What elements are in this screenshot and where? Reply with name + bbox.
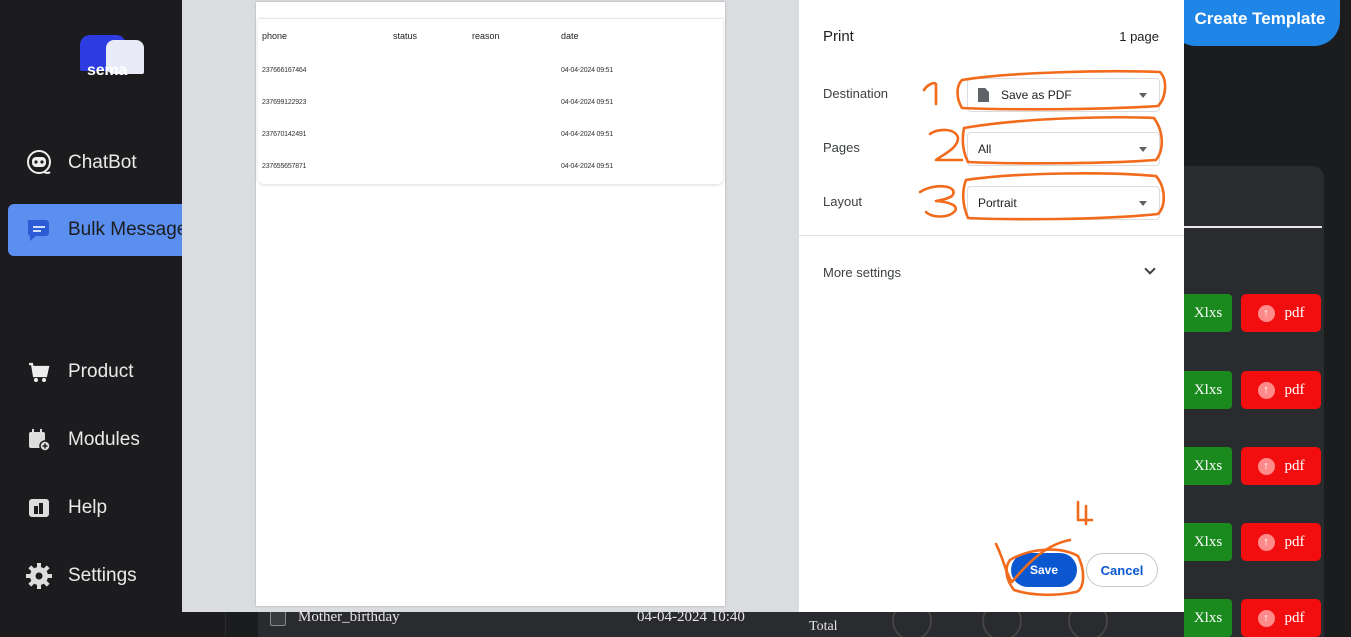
more-settings-toggle[interactable]: More settings bbox=[823, 265, 901, 280]
sidebar-item-label: Product bbox=[68, 361, 134, 382]
export-pdf-label: pdf bbox=[1284, 533, 1305, 550]
print-preview-page: phone status reason date 237666167464 04… bbox=[256, 2, 725, 606]
export-xlsx-label: Xlxs bbox=[1193, 533, 1223, 550]
preview-cell-phone: 237699122923 bbox=[262, 99, 307, 106]
chevron-down-icon bbox=[1139, 201, 1147, 206]
export-xlsx-label: Xlxs bbox=[1193, 609, 1223, 626]
print-title: Print bbox=[823, 28, 854, 45]
save-button[interactable]: Save bbox=[1011, 553, 1077, 587]
sidebar-item-label: Modules bbox=[68, 429, 140, 450]
row-checkbox[interactable] bbox=[270, 610, 286, 626]
pages-label: Pages bbox=[823, 140, 860, 155]
export-pdf-button[interactable]: ↑ pdf bbox=[1241, 294, 1321, 332]
preview-cell-date: 04-04-2024 09:51 bbox=[561, 67, 614, 74]
export-xlsx-button[interactable]: Xlxs bbox=[1184, 523, 1232, 561]
export-pdf-button[interactable]: ↑ pdf bbox=[1241, 371, 1321, 409]
preview-cell-phone: 237666167464 bbox=[262, 67, 307, 74]
robot-icon bbox=[24, 148, 54, 178]
preview-col-reason: reason bbox=[472, 31, 500, 41]
export-xlsx-button[interactable]: Xlxs bbox=[1184, 294, 1232, 332]
export-xlsx-button[interactable]: Xlxs bbox=[1184, 371, 1232, 409]
document-icon bbox=[978, 88, 989, 102]
export-pdf-button[interactable]: ↑ pdf bbox=[1241, 447, 1321, 485]
sidebar-item-label: Settings bbox=[68, 565, 137, 586]
preview-cell-phone: 237655657871 bbox=[262, 163, 307, 170]
export-xlsx-label: Xlxs bbox=[1193, 381, 1223, 398]
destination-label: Destination bbox=[823, 86, 889, 101]
upload-icon: ↑ bbox=[1257, 609, 1275, 627]
gear-icon bbox=[24, 561, 54, 591]
total-label: Total bbox=[809, 619, 838, 634]
layout-label: Layout bbox=[823, 194, 863, 209]
cancel-button[interactable]: Cancel bbox=[1086, 553, 1158, 587]
preview-cell-date: 04-04-2024 09:51 bbox=[561, 99, 614, 106]
upload-icon: ↑ bbox=[1257, 457, 1275, 475]
sema-logo[interactable]: sema bbox=[80, 35, 146, 79]
chevron-down-icon[interactable] bbox=[1144, 263, 1156, 275]
upload-icon: ↑ bbox=[1257, 381, 1275, 399]
sidebar-item-label: ChatBot bbox=[68, 152, 137, 173]
destination-value: Save as PDF bbox=[1001, 88, 1072, 102]
export-xlsx-label: Xlxs bbox=[1193, 304, 1223, 321]
destination-select[interactable]: Save as PDF bbox=[967, 78, 1160, 112]
chevron-down-icon bbox=[1139, 93, 1147, 98]
layout-value: Portrait bbox=[978, 196, 1017, 210]
create-template-button[interactable]: Create Template bbox=[1170, 0, 1340, 46]
export-pdf-label: pdf bbox=[1284, 609, 1305, 626]
cancel-label: Cancel bbox=[1100, 562, 1144, 578]
pages-select[interactable]: All bbox=[967, 132, 1160, 166]
sidebar-item-label: Bulk Messages bbox=[68, 219, 197, 240]
page-count: 1 page bbox=[1119, 29, 1159, 44]
print-settings-panel: Print 1 page Destination Save as PDF Pag… bbox=[799, 0, 1184, 612]
export-xlsx-button[interactable]: Xlxs bbox=[1184, 447, 1232, 485]
preview-col-status: status bbox=[393, 31, 418, 41]
chat-bubble-icon bbox=[24, 215, 54, 245]
sidebar-item-label: Help bbox=[68, 497, 108, 518]
preview-cell-phone: 237670142491 bbox=[262, 131, 307, 138]
cart-icon bbox=[24, 357, 54, 387]
upload-icon: ↑ bbox=[1257, 304, 1275, 322]
export-pdf-label: pdf bbox=[1284, 304, 1305, 321]
preview-col-date: date bbox=[561, 31, 579, 41]
export-pdf-button[interactable]: ↑ pdf bbox=[1241, 523, 1321, 561]
chevron-down-icon bbox=[1139, 147, 1147, 152]
settings-divider bbox=[799, 235, 1184, 236]
preview-table bbox=[258, 18, 723, 184]
preview-cell-date: 04-04-2024 09:51 bbox=[561, 131, 614, 138]
export-xlsx-button[interactable]: Xlxs bbox=[1184, 599, 1232, 637]
export-xlsx-label: Xlxs bbox=[1193, 457, 1223, 474]
create-template-label: Create Template bbox=[1194, 9, 1326, 28]
calendar-plus-icon bbox=[24, 425, 54, 455]
preview-col-phone: phone bbox=[262, 31, 288, 41]
pages-value: All bbox=[978, 142, 992, 156]
layout-select[interactable]: Portrait bbox=[967, 186, 1160, 220]
help-icon bbox=[24, 493, 54, 523]
upload-icon: ↑ bbox=[1257, 533, 1275, 551]
preview-cell-date: 04-04-2024 09:51 bbox=[561, 163, 614, 170]
panel-divider bbox=[1184, 226, 1322, 228]
export-pdf-label: pdf bbox=[1284, 457, 1305, 474]
export-pdf-label: pdf bbox=[1284, 381, 1305, 398]
save-label: Save bbox=[1029, 563, 1059, 577]
export-pdf-button[interactable]: ↑ pdf bbox=[1241, 599, 1321, 637]
logo-text: sema bbox=[87, 62, 128, 79]
